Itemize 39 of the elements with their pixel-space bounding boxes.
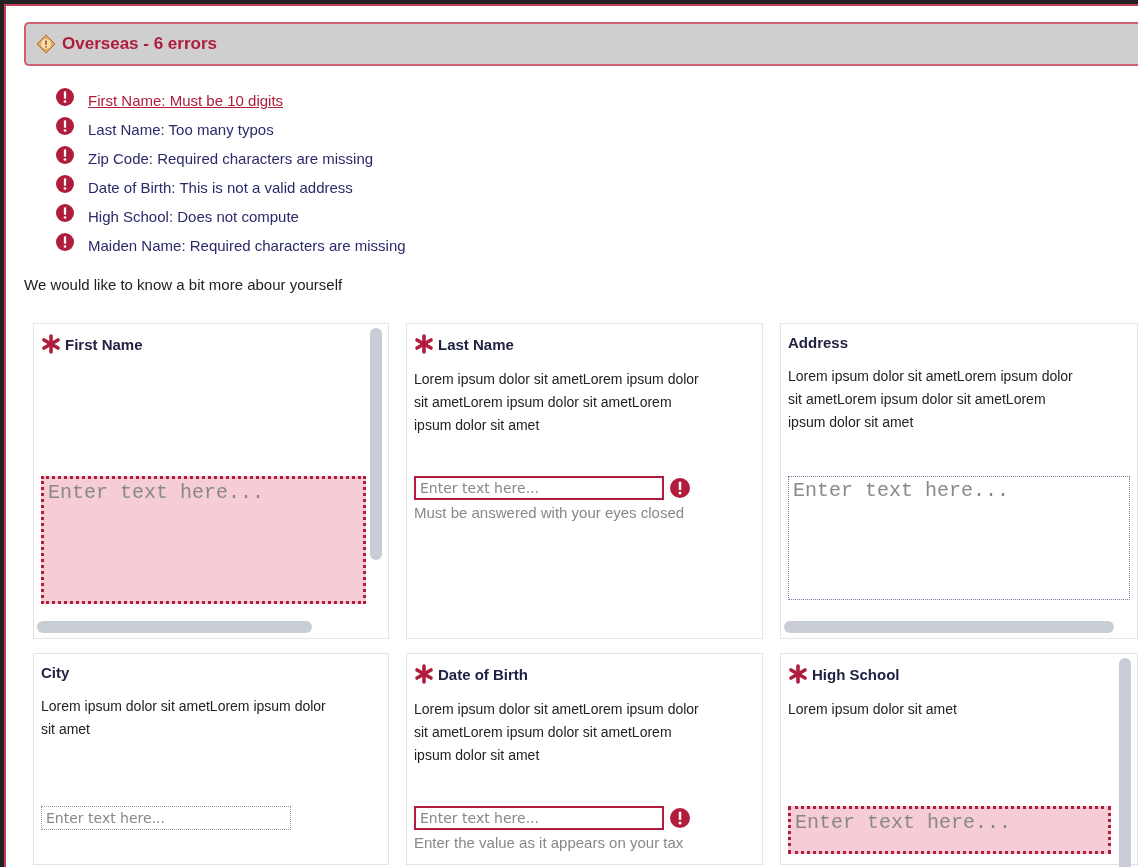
text-area-field[interactable]: Enter text here...	[788, 476, 1130, 600]
error-icon	[56, 203, 74, 222]
text-input-field[interactable]: Enter text here...	[414, 806, 664, 830]
field-description: Lorem ipsum dolor sit ametLorem ipsum dolor sit ametLorem ipsum dolor sit ametLorem ipsum dolor sit amet	[414, 370, 700, 435]
field-description: Lorem ipsum dolor sit amet	[788, 700, 958, 719]
text-input-field[interactable]: Enter text here...	[414, 476, 664, 500]
field-description: Lorem ipsum dolor sit ametLorem ipsum dolor sit ametLorem ipsum dolor sit ametLorem ipsum dolor sit amet	[414, 700, 700, 765]
field-label: Last Name	[438, 335, 514, 353]
text-area-field[interactable]: Enter text here...	[788, 806, 1111, 854]
field-label: Address	[788, 334, 849, 351]
error-icon	[56, 232, 74, 251]
horizontal-scrollbar[interactable]	[784, 621, 1114, 633]
error-message: Maiden Name: Required characters are missing	[88, 237, 406, 254]
field-label: City	[41, 664, 70, 681]
error-icon	[56, 145, 74, 164]
error-icon	[670, 808, 690, 828]
horizontal-scrollbar[interactable]	[37, 621, 312, 633]
error-message: Last Name: Too many typos	[88, 121, 274, 138]
field-label: First Name	[65, 335, 143, 353]
text-area-field[interactable]: Enter text here...	[41, 476, 366, 604]
field-hint: Must be answered with your eyes closed	[414, 504, 686, 521]
field-description: Lorem ipsum dolor sit ametLorem ipsum dolor sit ametLorem ipsum dolor sit ametLorem ipsum dolor sit amet	[788, 367, 1074, 432]
header-title: Overseas - 6 errors	[62, 34, 217, 54]
field-label: Date of Birth	[438, 665, 528, 683]
error-message: Zip Code: Required characters are missing	[88, 150, 374, 167]
field-label: High School	[812, 665, 900, 683]
error-message: Date of Birth: This is not a valid address	[88, 179, 353, 196]
warning-icon	[36, 34, 56, 54]
error-message: High School: Does not compute	[88, 208, 299, 225]
text-input-field[interactable]: Enter text here...	[41, 806, 291, 830]
error-icon	[56, 87, 74, 106]
error-icon	[670, 478, 690, 498]
error-icon	[56, 174, 74, 193]
intro-text: We would like to know a bit more abour yourself	[24, 276, 344, 293]
error-icon	[56, 116, 74, 135]
field-hint: Enter the value as it appears on your tax	[414, 834, 685, 851]
vertical-scrollbar[interactable]	[370, 328, 382, 560]
error-link[interactable]: First Name: Must be 10 digits	[88, 92, 284, 109]
field-description: Lorem ipsum dolor sit ametLorem ipsum dolor sit amet	[41, 697, 327, 739]
